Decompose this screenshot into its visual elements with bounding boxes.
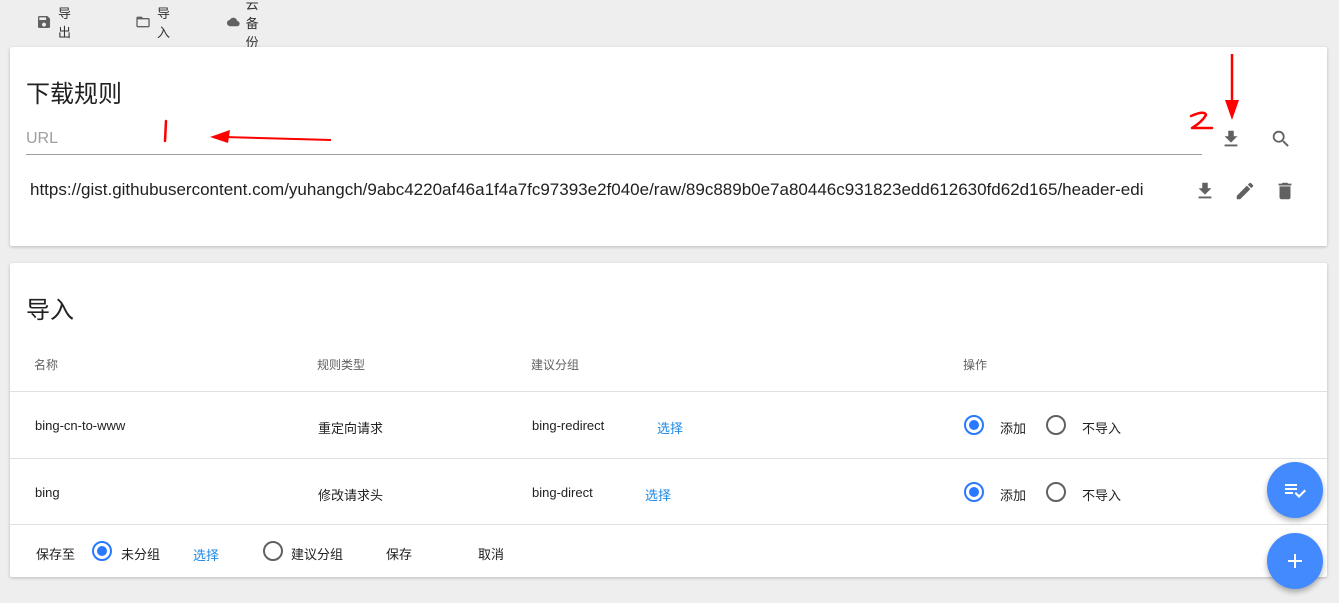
cloud-icon xyxy=(227,17,240,27)
playlist-check-icon xyxy=(1285,484,1306,498)
import-button[interactable]: 导入 xyxy=(135,6,176,40)
download-rules-card: 下载规则 https://gist.githubusercontent.com/… xyxy=(10,47,1327,246)
row-rule-type: 修改请求头 xyxy=(318,488,384,503)
export-label: 导出 xyxy=(58,6,72,40)
row-add-radio[interactable] xyxy=(964,482,984,502)
row-group: bing-redirect xyxy=(532,418,605,433)
import-label: 导入 xyxy=(157,6,171,40)
header-rule-type: 规则类型 xyxy=(317,358,366,372)
rule-download-button[interactable] xyxy=(1191,177,1219,205)
cloud-backup-label: 云备份 xyxy=(245,0,259,50)
download-url-button[interactable] xyxy=(1217,125,1245,153)
row-add-label: 添加 xyxy=(1000,421,1027,436)
row-choose-group-link[interactable]: 选择 xyxy=(645,485,671,504)
pencil-icon xyxy=(1236,182,1254,200)
add-fab[interactable] xyxy=(1267,533,1323,589)
row-add-radio[interactable] xyxy=(964,415,984,435)
header-action: 操作 xyxy=(963,358,988,372)
download-rules-title: 下载规则 xyxy=(26,81,122,108)
row-name: bing-cn-to-www xyxy=(35,418,126,433)
trash-icon xyxy=(1278,182,1292,200)
url-input[interactable] xyxy=(26,125,1202,153)
rule-url: https://gist.githubusercontent.com/yuhan… xyxy=(30,180,1144,199)
import-title: 导入 xyxy=(26,297,74,324)
row-skip-radio[interactable] xyxy=(1046,482,1066,502)
row-skip-radio[interactable] xyxy=(1046,415,1066,435)
search-icon xyxy=(1272,130,1289,147)
import-card: 导入 名称 规则类型 建议分组 操作 bing-cn-to-www 重定向请求 … xyxy=(10,263,1327,577)
export-button[interactable]: 导出 xyxy=(36,6,77,40)
divider xyxy=(10,458,1327,459)
ungrouped-radio[interactable] xyxy=(92,541,112,561)
suggested-group-radio[interactable] xyxy=(263,541,283,561)
divider xyxy=(10,391,1327,392)
suggested-group-label: 建议分组 xyxy=(291,547,344,562)
row-add-label: 添加 xyxy=(1000,488,1027,503)
rule-edit-button[interactable] xyxy=(1231,177,1259,205)
header-name: 名称 xyxy=(34,358,59,372)
cloud-backup-button[interactable]: 云备份 xyxy=(227,0,268,50)
row-name: bing xyxy=(35,485,60,500)
folder-icon xyxy=(136,16,150,28)
ungrouped-label: 未分组 xyxy=(121,547,161,562)
search-button[interactable] xyxy=(1267,125,1295,153)
row-skip-label: 不导入 xyxy=(1082,488,1122,503)
row-rule-type: 重定向请求 xyxy=(318,421,384,436)
choose-group-link[interactable]: 选择 xyxy=(193,545,219,564)
plus-icon xyxy=(1288,554,1302,568)
cancel-button[interactable]: 取消 xyxy=(478,544,504,563)
batch-select-fab[interactable] xyxy=(1267,462,1323,518)
divider xyxy=(10,524,1327,525)
download-icon xyxy=(1224,130,1238,147)
save-button[interactable]: 保存 xyxy=(386,544,412,563)
row-skip-label: 不导入 xyxy=(1082,421,1122,436)
row-group: bing-direct xyxy=(532,485,593,500)
download-icon xyxy=(1198,182,1212,199)
row-choose-group-link[interactable]: 选择 xyxy=(657,418,683,437)
url-field[interactable] xyxy=(26,125,1202,155)
save-to-label: 保存至 xyxy=(36,547,76,562)
header-suggested-group: 建议分组 xyxy=(531,358,580,372)
save-icon xyxy=(38,15,51,29)
rule-delete-button[interactable] xyxy=(1271,177,1299,205)
